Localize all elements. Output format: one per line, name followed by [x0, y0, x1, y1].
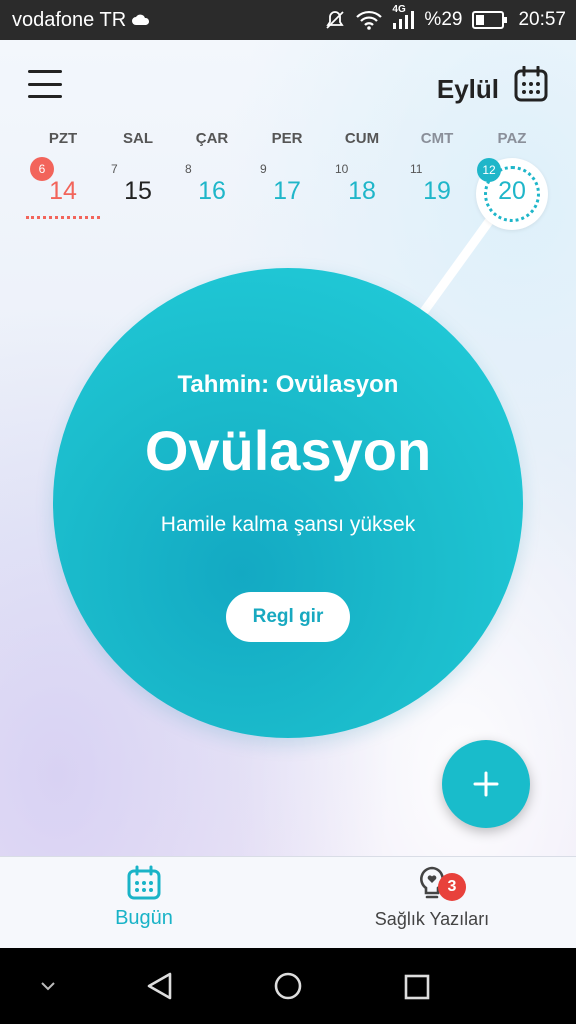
nav-articles-label: Sağlık Yazıları: [374, 909, 490, 929]
day-number: 15: [124, 177, 152, 205]
day-name: PAZ: [497, 130, 527, 147]
system-navigation-bar: [0, 948, 576, 1024]
cycle-day: 7: [111, 162, 118, 176]
back-triangle-icon: [147, 972, 172, 1000]
recents-button[interactable]: [386, 948, 446, 1024]
cycle-day: 8: [185, 162, 192, 176]
app-content: Eylül PZT 6 14 SAL 7 15 ÇAR 8 16 PER 9 1…: [0, 40, 576, 856]
wifi-icon: [356, 10, 383, 30]
back-button[interactable]: [130, 948, 190, 1024]
plus-icon: [473, 771, 499, 797]
home-button[interactable]: [258, 948, 318, 1024]
day-number: 19: [423, 177, 451, 205]
day-name: SAL: [123, 130, 153, 147]
cycle-day: 10: [335, 162, 349, 176]
log-period-button[interactable]: Regl gir: [226, 592, 350, 642]
day-wednesday[interactable]: ÇAR 8 16: [175, 130, 249, 230]
cycle-day: 11: [410, 162, 423, 176]
nav-today[interactable]: Bugün: [0, 857, 288, 949]
nav-health-articles[interactable]: 3 Sağlık Yazıları: [288, 857, 576, 949]
day-thursday[interactable]: PER 9 17: [250, 130, 324, 230]
status-bar: vodafone TR 4G %29 20:57: [0, 0, 576, 40]
clock: 20:57: [518, 9, 566, 30]
carrier-name: vodafone TR: [12, 8, 127, 31]
day-number: 18: [348, 177, 376, 205]
day-name: PER: [271, 130, 303, 147]
day-name: CMT: [420, 130, 454, 147]
battery-icon: [472, 11, 508, 29]
week-strip: PZT 6 14 SAL 7 15 ÇAR 8 16 PER 9 17 CUM …: [26, 130, 550, 230]
phase-description: Hamile kalma şansı yüksek: [160, 513, 416, 536]
battery-percent: %29: [424, 9, 463, 30]
network-type: 4G: [392, 4, 406, 15]
day-number: 14: [49, 177, 77, 205]
period-marker: [26, 216, 100, 219]
day-name: ÇAR: [195, 130, 229, 147]
add-button[interactable]: [442, 740, 530, 828]
menu-icon[interactable]: [28, 70, 62, 98]
calendar-icon[interactable]: [514, 65, 548, 102]
cloud-icon: [132, 14, 150, 26]
bottom-navigation: Bugün 3 Sağlık Yazıları: [0, 856, 576, 948]
articles-badge: 3: [438, 873, 466, 901]
month-title: Eylül: [436, 74, 499, 104]
day-name: CUM: [344, 130, 380, 147]
day-saturday[interactable]: CMT 11 19: [400, 130, 474, 230]
home-circle-icon: [274, 972, 302, 1000]
hide-nav-button[interactable]: [20, 948, 76, 1024]
phase-title: Ovülasyon: [144, 419, 432, 482]
prediction-label: Tahmin: Ovülasyon: [177, 371, 399, 398]
day-name: PZT: [48, 130, 78, 147]
day-number: 16: [198, 177, 226, 205]
cycle-status-circle: Tahmin: Ovülasyon Ovülasyon Hamile kalma…: [53, 268, 523, 738]
cycle-day: 9: [260, 162, 267, 176]
day-monday[interactable]: PZT 6 14: [26, 130, 100, 230]
mute-icon: [324, 9, 346, 31]
day-friday[interactable]: CUM 10 18: [325, 130, 399, 230]
day-number: 20: [498, 177, 526, 205]
chevron-down-icon: [41, 982, 55, 991]
signal-icon: 4G: [392, 4, 415, 30]
day-number: 17: [273, 177, 301, 205]
nav-today-label: Bugün: [115, 907, 173, 929]
day-tuesday[interactable]: SAL 7 15: [101, 130, 175, 230]
recents-square-icon: [404, 974, 430, 1000]
day-sunday-today[interactable]: PAZ 12 20: [475, 130, 549, 230]
calendar-icon: [127, 865, 161, 900]
